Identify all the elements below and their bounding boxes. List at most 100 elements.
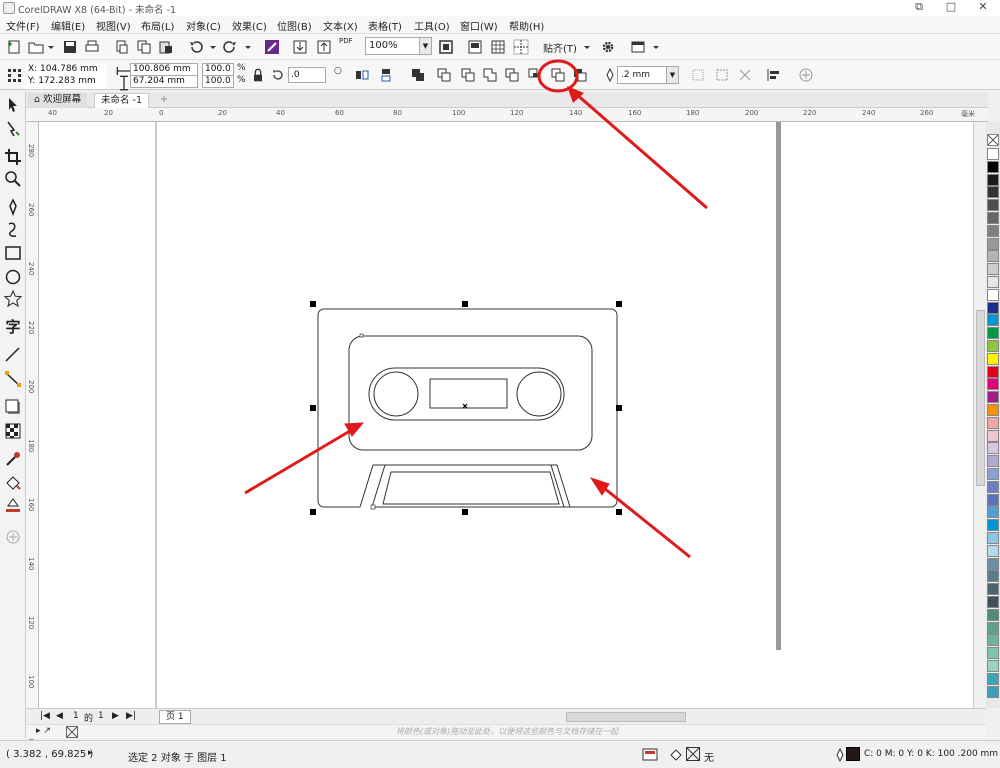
palette-swatch[interactable] xyxy=(987,378,999,391)
color-proof-icon[interactable] xyxy=(642,747,658,763)
crop-tool-icon[interactable] xyxy=(4,148,22,166)
drop-shadow-icon[interactable] xyxy=(4,398,22,416)
status-arrow-icon[interactable]: ▸ xyxy=(88,748,93,758)
mirror-vertical-icon[interactable] xyxy=(378,67,394,83)
palette-swatch[interactable] xyxy=(987,263,999,276)
menu-view[interactable]: 视图(V) xyxy=(96,18,131,33)
palette-swatch[interactable] xyxy=(987,583,999,596)
no-color-swatch[interactable] xyxy=(987,134,999,146)
palette-swatch[interactable] xyxy=(987,544,999,557)
palette-swatch[interactable] xyxy=(987,442,999,455)
tab-welcome-screen[interactable]: ⌂ 欢迎屏幕 xyxy=(28,93,88,108)
menu-table[interactable]: 表格(T) xyxy=(368,18,402,33)
new-document-icon[interactable] xyxy=(6,39,22,55)
palette-swatch[interactable] xyxy=(987,570,999,583)
palette-swatch[interactable] xyxy=(987,621,999,634)
palette-swatch[interactable] xyxy=(987,340,999,352)
palette-swatch[interactable] xyxy=(987,224,999,237)
palette-swatch[interactable] xyxy=(987,506,999,519)
vertical-scrollbar[interactable] xyxy=(973,122,986,708)
ellipse-tool-icon[interactable] xyxy=(4,268,22,286)
palette-swatch[interactable] xyxy=(987,557,999,570)
scale-height-field[interactable]: 100.0 xyxy=(202,75,234,88)
interactive-fill-icon[interactable] xyxy=(4,474,22,492)
palette-arrow-icon[interactable]: ▸ ↗ xyxy=(36,726,51,736)
palette-swatch[interactable] xyxy=(987,250,999,263)
launcher-dropdown-icon[interactable] xyxy=(648,39,659,55)
palette-swatch[interactable] xyxy=(987,672,999,685)
palette-swatch[interactable] xyxy=(987,660,999,672)
open-folder-icon[interactable] xyxy=(28,39,44,55)
close-button[interactable]: ✕ xyxy=(972,0,994,14)
eyedropper-tool-icon[interactable] xyxy=(4,450,22,468)
transparency-tool-icon[interactable] xyxy=(4,422,22,440)
palette-swatch[interactable] xyxy=(987,212,999,224)
palette-swatch[interactable] xyxy=(987,634,999,647)
palette-swatch[interactable] xyxy=(987,416,999,429)
redo-icon[interactable] xyxy=(222,39,238,55)
weld-icon[interactable] xyxy=(482,67,498,83)
palette-swatch[interactable] xyxy=(987,429,999,442)
restore-button[interactable]: ⧉ xyxy=(908,0,930,14)
paste-icon[interactable] xyxy=(158,39,174,55)
pick-tool-icon[interactable] xyxy=(4,96,22,114)
snap-to-label[interactable]: 贴齐(T) xyxy=(543,40,577,55)
artistic-media-icon[interactable] xyxy=(4,220,22,238)
palette-swatch[interactable] xyxy=(987,493,999,506)
add-tab-button[interactable]: + xyxy=(154,93,174,108)
palette-swatch[interactable] xyxy=(987,468,999,480)
chevron-down-icon[interactable] xyxy=(43,39,54,55)
palette-swatch[interactable] xyxy=(987,404,999,416)
reference-point-icon[interactable] xyxy=(6,67,22,83)
tab-document[interactable]: 未命名 -1 xyxy=(94,93,149,108)
mirror-horizontal-icon[interactable] xyxy=(354,67,370,83)
palette-swatch[interactable] xyxy=(987,480,999,493)
trim-icon[interactable] xyxy=(504,67,520,83)
menu-tools[interactable]: 工具(O) xyxy=(414,18,450,33)
palette-swatch[interactable] xyxy=(987,455,999,468)
export-icon[interactable] xyxy=(316,39,332,55)
text-tool-icon[interactable]: 字 xyxy=(4,318,22,336)
zoom-tool-icon[interactable] xyxy=(4,170,22,188)
prev-page-button[interactable]: ◀ xyxy=(56,711,63,721)
scrollbar-thumb[interactable] xyxy=(976,310,985,486)
save-icon[interactable] xyxy=(62,39,78,55)
copy-icon[interactable] xyxy=(136,39,152,55)
palette-swatch[interactable] xyxy=(987,327,999,340)
zoom-level-dropdown[interactable]: 100% ▼ xyxy=(365,37,432,55)
redo-dropdown-icon[interactable] xyxy=(240,39,251,55)
ungroup-icon[interactable] xyxy=(460,67,476,83)
menu-effects[interactable]: 效果(C) xyxy=(232,18,267,33)
palette-swatch[interactable] xyxy=(987,596,999,608)
rectangle-tool-icon[interactable] xyxy=(4,244,22,262)
palette-swatch[interactable] xyxy=(987,199,999,212)
palette-swatch[interactable] xyxy=(987,608,999,621)
palette-swatch[interactable] xyxy=(987,365,999,378)
next-page-button[interactable]: ▶ xyxy=(112,711,119,721)
menu-object[interactable]: 对象(C) xyxy=(186,18,221,33)
page-tab[interactable]: 页 1 xyxy=(159,710,191,724)
gear-icon[interactable] xyxy=(600,39,616,55)
y-position-field[interactable]: Y: 172.283 mm xyxy=(26,76,106,89)
palette-swatch[interactable] xyxy=(987,301,999,314)
group-icon[interactable] xyxy=(436,67,452,83)
last-page-button[interactable]: ▶| xyxy=(126,711,136,721)
zoom-to-page-icon[interactable] xyxy=(438,39,454,55)
maximize-button[interactable]: □ xyxy=(940,0,962,14)
palette-swatch[interactable] xyxy=(987,519,999,532)
menu-text[interactable]: 文本(X) xyxy=(323,18,358,33)
freehand-tool-icon[interactable] xyxy=(4,198,22,217)
show-rulers-icon[interactable] xyxy=(490,39,506,55)
menu-edit[interactable]: 编辑(E) xyxy=(51,18,85,33)
palette-swatch[interactable] xyxy=(987,352,999,365)
parallel-dimension-icon[interactable] xyxy=(4,346,22,364)
palette-swatch[interactable] xyxy=(987,685,999,698)
palette-swatch[interactable] xyxy=(987,314,999,327)
menu-file[interactable]: 文件(F) xyxy=(6,18,40,33)
height-field[interactable]: 67.204 mm xyxy=(130,75,198,88)
shape-tool-icon[interactable] xyxy=(4,120,22,138)
palette-swatch[interactable] xyxy=(987,237,999,250)
add-tool-icon[interactable] xyxy=(4,528,22,546)
menu-layout[interactable]: 布局(L) xyxy=(141,18,174,33)
smart-fill-icon[interactable] xyxy=(4,496,22,514)
